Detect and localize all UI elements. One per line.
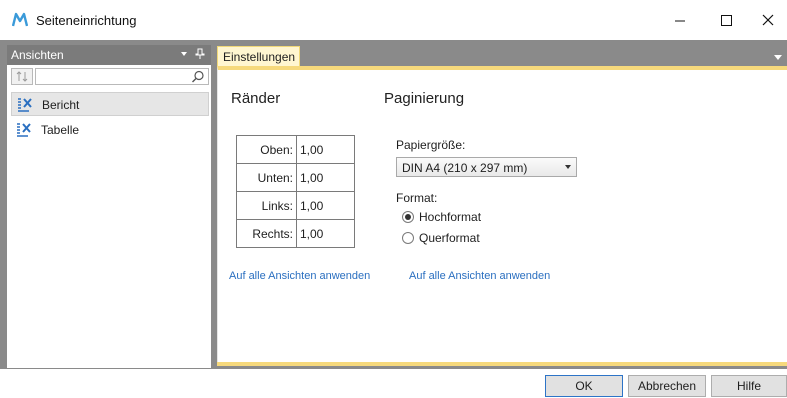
report-view-icon bbox=[18, 98, 32, 112]
chevron-down-icon[interactable] bbox=[774, 55, 782, 61]
maximize-button[interactable] bbox=[703, 0, 749, 40]
close-icon bbox=[762, 14, 774, 26]
window-title: Seiteneinrichtung bbox=[36, 13, 137, 28]
pin-icon[interactable] bbox=[195, 48, 205, 60]
search-icon bbox=[192, 70, 204, 83]
radio-hochformat[interactable] bbox=[402, 211, 414, 223]
maximize-icon bbox=[721, 15, 732, 26]
chevron-down-icon[interactable] bbox=[179, 49, 189, 59]
margin-bottom-label: Unten: bbox=[236, 163, 297, 192]
chevron-down-icon bbox=[565, 165, 571, 169]
cancel-button[interactable]: Abbrechen bbox=[628, 375, 706, 397]
radio-querformat[interactable] bbox=[402, 232, 414, 244]
margins-apply-all-link[interactable]: Auf alle Ansichten anwenden bbox=[229, 270, 370, 282]
radio-querformat-label: Querformat bbox=[419, 231, 480, 245]
views-search-input[interactable] bbox=[35, 68, 209, 85]
tab-label: Einstellungen bbox=[223, 50, 296, 64]
ok-button[interactable]: OK bbox=[545, 375, 623, 397]
margin-right-label: Rechts: bbox=[236, 219, 297, 248]
view-item-tabelle[interactable]: Tabelle bbox=[11, 118, 209, 142]
paper-size-value: DIN A4 (210 x 297 mm) bbox=[402, 161, 528, 175]
margins-table: Oben: 1,00 Unten: 1,00 Links: 1,00 Recht… bbox=[236, 135, 355, 248]
title-bar: Seiteneinrichtung bbox=[0, 0, 787, 42]
view-item-bericht[interactable]: Bericht bbox=[11, 92, 209, 116]
m-logo-icon bbox=[12, 12, 28, 27]
table-view-icon bbox=[17, 123, 31, 137]
minimize-icon bbox=[675, 20, 685, 22]
sort-icon bbox=[16, 71, 28, 82]
pagination-title: Paginierung bbox=[384, 90, 465, 107]
table-row: Links: 1,00 bbox=[236, 191, 355, 220]
views-pane-header: Ansichten bbox=[7, 45, 211, 65]
margin-left-label: Links: bbox=[236, 191, 297, 220]
table-row: Oben: 1,00 bbox=[236, 135, 355, 164]
view-item-label: Tabelle bbox=[41, 123, 80, 137]
sort-button[interactable] bbox=[11, 68, 33, 85]
radio-hochformat-label: Hochformat bbox=[419, 210, 482, 224]
margin-left-input[interactable]: 1,00 bbox=[296, 191, 355, 220]
table-row: Unten: 1,00 bbox=[236, 163, 355, 192]
views-pane: Ansichten Bericht Tabelle bbox=[6, 44, 212, 369]
margin-top-label: Oben: bbox=[236, 135, 297, 164]
paper-size-label: Papiergröße: bbox=[396, 138, 466, 152]
view-item-label: Bericht bbox=[42, 98, 80, 112]
tab-einstellungen[interactable]: Einstellungen bbox=[217, 46, 300, 66]
margins-title: Ränder bbox=[231, 90, 281, 107]
table-row: Rechts: 1,00 bbox=[236, 219, 355, 248]
margin-right-input[interactable]: 1,00 bbox=[296, 219, 355, 248]
minimize-button[interactable] bbox=[657, 0, 703, 40]
format-label: Format: bbox=[396, 191, 438, 205]
panel-bottom-band bbox=[217, 362, 787, 366]
close-button[interactable] bbox=[749, 0, 787, 40]
margin-top-input[interactable]: 1,00 bbox=[296, 135, 355, 164]
paper-size-select[interactable]: DIN A4 (210 x 297 mm) bbox=[396, 157, 577, 177]
help-button[interactable]: Hilfe bbox=[711, 375, 787, 397]
margin-bottom-input[interactable]: 1,00 bbox=[296, 163, 355, 192]
views-pane-title: Ansichten bbox=[11, 48, 64, 62]
pagination-apply-all-link[interactable]: Auf alle Ansichten anwenden bbox=[409, 270, 550, 282]
